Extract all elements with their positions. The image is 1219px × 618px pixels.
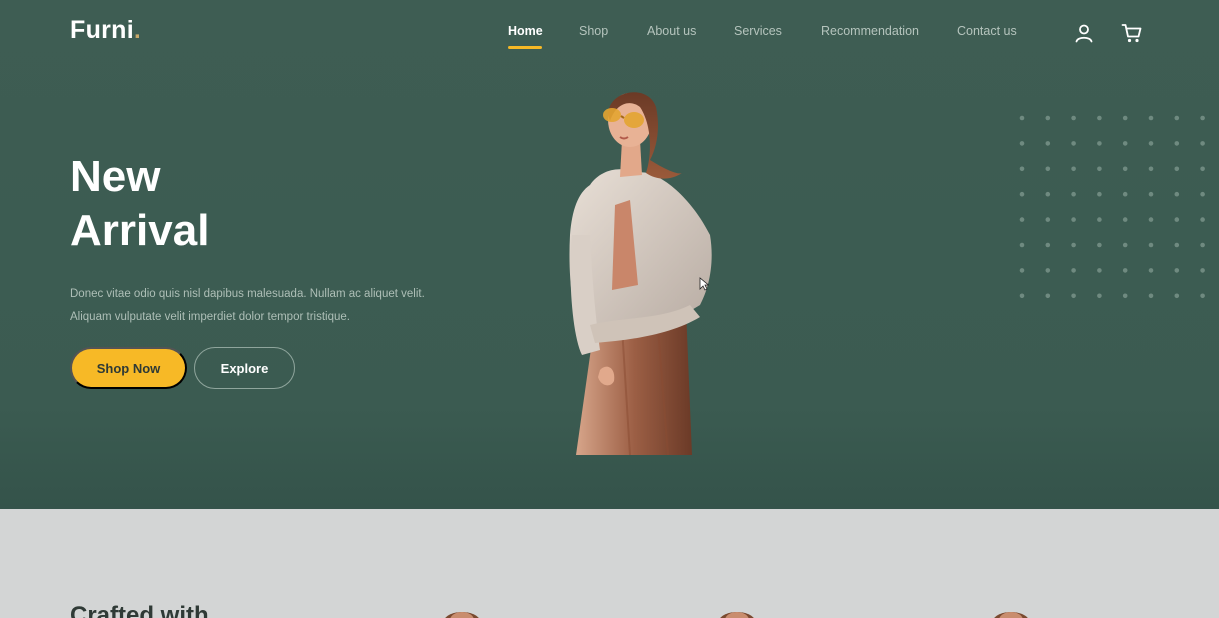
decorative-dot bbox=[1045, 166, 1051, 172]
brand-logo[interactable]: Furni. bbox=[70, 16, 141, 45]
decorative-dot bbox=[1148, 166, 1154, 172]
nav-services[interactable]: Services bbox=[734, 24, 782, 38]
decorative-dot bbox=[1045, 242, 1051, 248]
nav-active-indicator bbox=[508, 46, 542, 49]
hero-title-line2: Arrival bbox=[70, 206, 210, 255]
decorative-dot bbox=[1019, 268, 1025, 273]
decorative-dot bbox=[1200, 191, 1205, 197]
decorative-dot-grid bbox=[1019, 115, 1205, 299]
decorative-dot bbox=[1097, 217, 1102, 222]
decorative-dot bbox=[1045, 141, 1051, 146]
decorative-dot bbox=[1148, 191, 1154, 197]
decorative-dot bbox=[1122, 141, 1128, 146]
decorative-dot bbox=[1071, 166, 1076, 172]
decorative-dot bbox=[1148, 293, 1154, 299]
decorative-dot bbox=[1019, 293, 1025, 299]
decorative-dot bbox=[1019, 166, 1025, 172]
decorative-dot bbox=[1071, 217, 1076, 222]
hero-model-image bbox=[569, 92, 712, 456]
hero-description: Donec vitae odio quis nisl dapibus males… bbox=[70, 288, 425, 323]
decorative-dot bbox=[1200, 166, 1205, 172]
decorative-dot bbox=[1097, 293, 1102, 299]
decorative-dot bbox=[1097, 268, 1102, 273]
decorative-dot bbox=[1097, 191, 1102, 197]
decorative-dot bbox=[1122, 115, 1128, 121]
decorative-dot bbox=[1019, 217, 1025, 222]
nav-contact-us[interactable]: Contact us bbox=[957, 24, 1017, 38]
decorative-dot bbox=[1122, 191, 1128, 197]
decorative-dot bbox=[1122, 268, 1128, 273]
decorative-dot bbox=[1174, 141, 1180, 146]
cart-icon[interactable] bbox=[1121, 22, 1143, 44]
decorative-dot bbox=[1019, 191, 1025, 197]
decorative-dot bbox=[1122, 293, 1128, 299]
product-image-preview bbox=[720, 612, 754, 618]
nav-recommendation[interactable]: Recommendation bbox=[821, 24, 919, 38]
decorative-dot bbox=[1174, 268, 1180, 273]
nav-home[interactable]: Home bbox=[508, 24, 543, 38]
decorative-dot bbox=[1045, 217, 1051, 222]
hero-section: Furni. Home Shop About us Services Recom… bbox=[0, 0, 1219, 509]
decorative-dot bbox=[1019, 115, 1025, 121]
hero-title-line1: New bbox=[70, 152, 161, 201]
decorative-dot bbox=[1071, 191, 1076, 197]
product-image-preview bbox=[994, 612, 1028, 618]
decorative-dot bbox=[1019, 242, 1025, 248]
decorative-dot bbox=[1045, 191, 1051, 197]
decorative-dot bbox=[1174, 242, 1180, 248]
decorative-dot bbox=[1200, 242, 1205, 248]
product-image-preview bbox=[445, 612, 479, 618]
decorative-dot bbox=[1200, 293, 1205, 299]
nav-shop[interactable]: Shop bbox=[579, 24, 608, 38]
decorative-dot bbox=[1148, 217, 1154, 222]
shop-now-button[interactable]: Shop Now bbox=[70, 347, 187, 389]
section-title: Crafted with bbox=[70, 602, 209, 618]
decorative-dot bbox=[1148, 115, 1154, 121]
decorative-dot bbox=[1071, 293, 1076, 299]
decorative-dot bbox=[1174, 191, 1180, 197]
decorative-dot bbox=[1045, 293, 1051, 299]
decorative-dot bbox=[1097, 141, 1102, 146]
decorative-dot bbox=[1200, 115, 1205, 121]
decorative-dot bbox=[1019, 141, 1025, 146]
decorative-dot bbox=[1148, 141, 1154, 146]
decorative-dot bbox=[1122, 242, 1128, 248]
mouse-cursor-icon bbox=[699, 277, 709, 291]
decorative-dot bbox=[1122, 166, 1128, 172]
decorative-dot bbox=[1200, 268, 1205, 273]
brand-dot: . bbox=[134, 17, 141, 44]
decorative-dot bbox=[1174, 115, 1180, 121]
decorative-dot bbox=[1097, 166, 1102, 172]
decorative-dot bbox=[1071, 141, 1076, 146]
explore-button[interactable]: Explore bbox=[194, 347, 295, 389]
decorative-dot bbox=[1097, 242, 1102, 248]
decorative-dot bbox=[1200, 141, 1205, 146]
decorative-dot bbox=[1148, 268, 1154, 273]
decorative-dot bbox=[1174, 166, 1180, 172]
decorative-dot bbox=[1200, 217, 1205, 222]
decorative-dot bbox=[1045, 268, 1051, 273]
decorative-dot bbox=[1174, 293, 1180, 299]
decorative-dot bbox=[1097, 115, 1102, 121]
decorative-dot bbox=[1071, 268, 1076, 273]
hero-title: New Arrival bbox=[70, 150, 209, 258]
decorative-dot bbox=[1122, 217, 1128, 222]
user-icon[interactable] bbox=[1073, 22, 1095, 44]
decorative-dot bbox=[1071, 242, 1076, 248]
decorative-dot bbox=[1148, 242, 1154, 248]
decorative-dot bbox=[1174, 217, 1180, 222]
decorative-dot bbox=[1045, 115, 1051, 121]
decorative-dot bbox=[1071, 115, 1076, 121]
nav-about-us[interactable]: About us bbox=[647, 24, 696, 38]
brand-name: Furni bbox=[70, 16, 134, 44]
